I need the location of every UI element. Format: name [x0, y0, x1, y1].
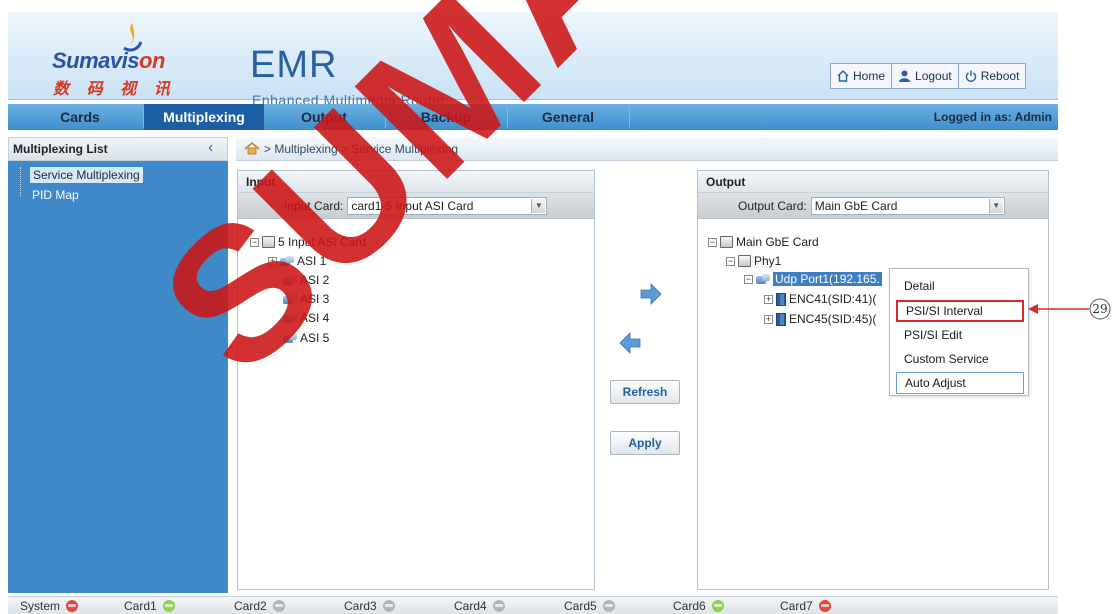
card-icon	[720, 236, 733, 248]
status-card2: Card2	[234, 599, 285, 613]
menu-item-auto-adjust[interactable]: Auto Adjust	[896, 372, 1024, 394]
tree-connector	[20, 167, 21, 197]
home-icon	[837, 70, 849, 82]
status-card5: Card5	[564, 599, 615, 613]
sidebar: Service Multiplexing PID Map	[8, 161, 228, 593]
tree-node-asi-3[interactable]: ASI 3	[283, 292, 329, 306]
status-led-icon	[66, 600, 79, 612]
tab-output[interactable]: Output	[264, 104, 384, 130]
collapse-sidebar-icon[interactable]: ‹	[208, 140, 213, 156]
port-icon	[283, 332, 297, 344]
tree-node-enc45[interactable]: + ENC45(SID:45)(	[764, 312, 876, 326]
main-nav: Cards Multiplexing Output Backup General…	[8, 104, 1058, 130]
status-led-icon	[711, 600, 724, 612]
status-system: System	[20, 599, 79, 613]
tree-node-enc41[interactable]: + ENC41(SID:41)(	[764, 292, 876, 306]
chevron-down-icon: ▼	[531, 198, 546, 213]
status-led-icon	[818, 600, 831, 612]
product-title: EMR	[250, 44, 338, 86]
status-led-icon	[272, 600, 285, 612]
card-icon	[738, 255, 751, 267]
collapse-icon[interactable]: −	[708, 237, 717, 247]
output-card-select[interactable]: Main GbE Card ▼	[810, 196, 1005, 215]
tree-node-udp-port[interactable]: − Udp Port1(192.165.	[744, 272, 882, 286]
menu-item-detail[interactable]: Detail	[896, 275, 1024, 297]
input-card-label: Input Card:	[284, 198, 344, 213]
status-led-icon	[602, 600, 615, 612]
header-buttons: Home Logout Reboot	[830, 63, 1027, 89]
home-button[interactable]: Home	[831, 64, 893, 88]
power-icon	[965, 70, 976, 82]
emr-app: Sumavison 数 码 视 讯 EMR Enhanced Multimedi…	[0, 0, 1058, 614]
service-icon	[776, 292, 786, 306]
card-icon	[262, 236, 275, 248]
menu-item-psi-si-edit[interactable]: PSI/SI Edit	[896, 324, 1024, 346]
collapse-icon[interactable]: −	[744, 274, 753, 284]
header: Sumavison 数 码 视 讯 EMR Enhanced Multimedi…	[8, 12, 1058, 108]
port-icon	[756, 273, 770, 285]
expand-icon[interactable]: +	[268, 256, 277, 266]
expand-icon[interactable]: +	[764, 294, 773, 304]
collapse-icon[interactable]: −	[726, 256, 735, 266]
status-card1: Card1	[124, 599, 175, 613]
refresh-button[interactable]: Refresh	[610, 380, 680, 404]
port-icon	[283, 274, 297, 286]
sidebar-title: Multiplexing List	[8, 137, 228, 161]
port-icon	[283, 312, 297, 324]
status-card3: Card3	[344, 599, 395, 613]
service-icon	[776, 312, 786, 326]
breadcrumb-path: > Multiplexing > Service Multiplexing	[264, 141, 459, 156]
home-icon[interactable]	[244, 142, 260, 155]
brand-logo-cn: 数 码 视 讯	[53, 79, 176, 98]
reboot-button[interactable]: Reboot	[959, 64, 1026, 88]
chevron-down-icon: ▼	[988, 198, 1003, 213]
tab-multiplexing[interactable]: Multiplexing	[144, 104, 264, 130]
status-led-icon	[382, 600, 395, 612]
collapse-icon[interactable]: −	[250, 237, 259, 247]
logout-button[interactable]: Logout	[892, 64, 959, 88]
status-card4: Card4	[454, 599, 505, 613]
tree-node-phy1[interactable]: − Phy1	[726, 254, 781, 268]
input-card-select[interactable]: card1-5 Input ASI Card ▼	[347, 196, 548, 215]
brand-logo: Sumavison	[52, 48, 165, 73]
tree-node-output-card[interactable]: − Main GbE Card	[708, 235, 819, 249]
status-led-icon	[492, 600, 505, 612]
tab-cards[interactable]: Cards	[20, 104, 140, 130]
status-card7: Card7	[780, 599, 831, 613]
arrow-left-icon[interactable]	[619, 332, 641, 354]
callout-number: 29	[1092, 302, 1108, 316]
sidebar-item-service-multiplexing[interactable]: Service Multiplexing	[30, 167, 143, 183]
tree-node-asi-1[interactable]: + ASI 1	[268, 254, 326, 268]
apply-button[interactable]: Apply	[610, 431, 680, 455]
port-icon	[280, 255, 294, 267]
arrow-right-icon[interactable]	[640, 283, 662, 305]
status-led-icon	[162, 600, 175, 612]
user-icon	[899, 70, 911, 82]
menu-item-custom-service[interactable]: Custom Service	[896, 348, 1024, 370]
output-panel-title: Output	[698, 171, 1048, 193]
input-panel: Input Input Card: card1-5 Input ASI Card…	[237, 170, 595, 590]
port-icon	[283, 293, 297, 305]
context-menu: Detail PSI/SI Interval PSI/SI Edit Custo…	[889, 268, 1029, 396]
tree-node-asi-5[interactable]: ASI 5	[283, 331, 329, 345]
input-card-row: Input Card: card1-5 Input ASI Card ▼	[238, 193, 594, 219]
status-card6: Card6	[673, 599, 724, 613]
breadcrumb: > Multiplexing > Service Multiplexing	[236, 137, 1058, 161]
status-bar: System Card1 Card2 Card3 Card4 Card5 Car…	[8, 596, 1058, 614]
tab-general[interactable]: General	[508, 104, 628, 130]
tree-node-asi-4[interactable]: ASI 4	[283, 311, 329, 325]
logged-in-status: Logged in as: Admin	[933, 110, 1052, 124]
output-card-label: Output Card:	[738, 198, 807, 213]
tree-node-input-card[interactable]: − 5 Input ASI Card	[250, 235, 366, 249]
nav-divider	[629, 106, 630, 128]
tree-node-asi-2[interactable]: ASI 2	[283, 273, 329, 287]
output-card-row: Output Card: Main GbE Card ▼	[698, 193, 1048, 219]
tab-backup[interactable]: Backup	[386, 104, 506, 130]
sidebar-item-pid-map[interactable]: PID Map	[32, 188, 79, 202]
expand-icon[interactable]: +	[764, 314, 773, 324]
menu-item-psi-si-interval[interactable]: PSI/SI Interval	[896, 300, 1024, 322]
input-panel-title: Input	[238, 171, 594, 193]
